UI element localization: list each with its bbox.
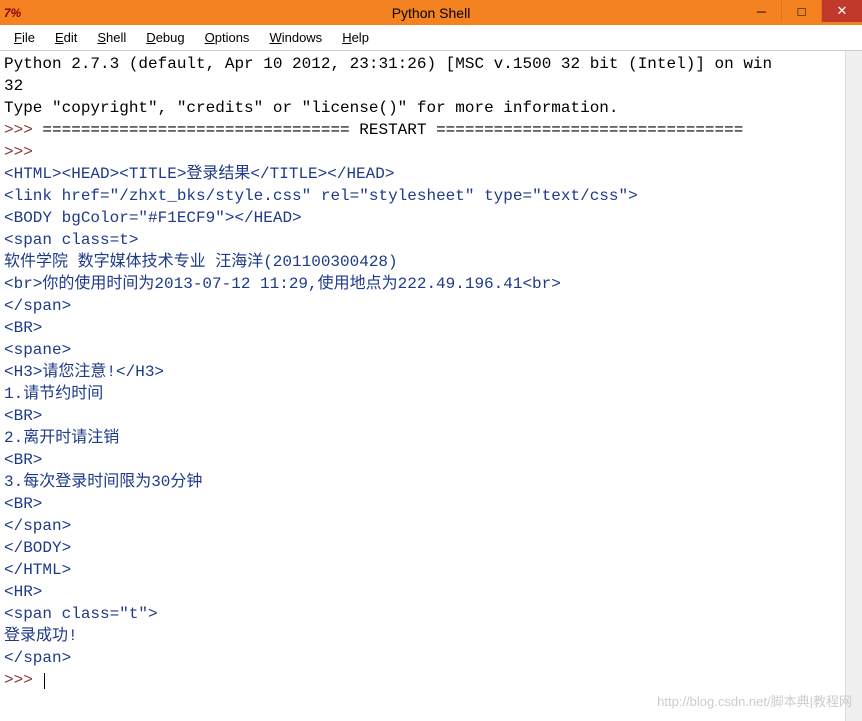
minimize-button[interactable]: ─: [742, 0, 782, 22]
menu-edit[interactable]: Edit: [45, 28, 87, 47]
output-line: <link href="/zhxt_bks/style.css" rel="st…: [4, 185, 858, 207]
output-line: <spane>: [4, 339, 858, 361]
output-line: <span class="t">: [4, 603, 858, 625]
window-titlebar[interactable]: 7% Python Shell ─ □ ✕: [0, 0, 862, 25]
maximize-button[interactable]: □: [782, 0, 822, 22]
menu-options[interactable]: Options: [195, 28, 260, 47]
restart-line: >>> ================================ RES…: [4, 119, 858, 141]
output-line: </BODY>: [4, 537, 858, 559]
watermark-text: http://blog.csdn.net/脚本典|教程网: [657, 691, 852, 713]
output-line: 2.离开时请注销: [4, 427, 858, 449]
output-line: 3.每次登录时间限为30分钟: [4, 471, 858, 493]
menu-help[interactable]: Help: [332, 28, 379, 47]
app-icon: 7%: [0, 0, 25, 25]
window-title: Python Shell: [392, 5, 471, 21]
output-line: <BR>: [4, 405, 858, 427]
output-line: <HTML><HEAD><TITLE>登录结果</TITLE></HEAD>: [4, 163, 858, 185]
output-line: <H3>请您注意!</H3>: [4, 361, 858, 383]
menu-windows[interactable]: Windows: [259, 28, 332, 47]
window-controls: ─ □ ✕: [742, 0, 862, 22]
output-line: <br>你的使用时间为2013-07-12 11:29,使用地点为222.49.…: [4, 273, 858, 295]
menu-file[interactable]: File: [4, 28, 45, 47]
output-line: 1.请节约时间: [4, 383, 858, 405]
cursor-icon: [44, 673, 45, 689]
output-line: </span>: [4, 647, 858, 669]
python-version-line1: Python 2.7.3 (default, Apr 10 2012, 23:3…: [4, 53, 858, 75]
active-prompt[interactable]: >>>: [4, 669, 858, 691]
menu-debug[interactable]: Debug: [136, 28, 194, 47]
output-line: <BR>: [4, 317, 858, 339]
output-line: </span>: [4, 515, 858, 537]
python-version-line2: 32: [4, 75, 858, 97]
shell-output-area[interactable]: Python 2.7.3 (default, Apr 10 2012, 23:3…: [0, 51, 862, 721]
output-line: <span class=t>: [4, 229, 858, 251]
output-line: 软件学院 数字媒体技术专业 汪海洋(201100300428): [4, 251, 858, 273]
output-line: <BR>: [4, 449, 858, 471]
output-line: <HR>: [4, 581, 858, 603]
output-line: </HTML>: [4, 559, 858, 581]
menu-bar: File Edit Shell Debug Options Windows He…: [0, 25, 862, 51]
menu-shell[interactable]: Shell: [87, 28, 136, 47]
empty-prompt-1: >>>: [4, 141, 858, 163]
output-line: <BODY bgColor="#F1ECF9"></HEAD>: [4, 207, 858, 229]
output-line: <BR>: [4, 493, 858, 515]
output-line: 登录成功!: [4, 625, 858, 647]
output-line: </span>: [4, 295, 858, 317]
close-button[interactable]: ✕: [822, 0, 862, 22]
vertical-scrollbar[interactable]: [845, 51, 862, 721]
python-info-line: Type "copyright", "credits" or "license(…: [4, 97, 858, 119]
